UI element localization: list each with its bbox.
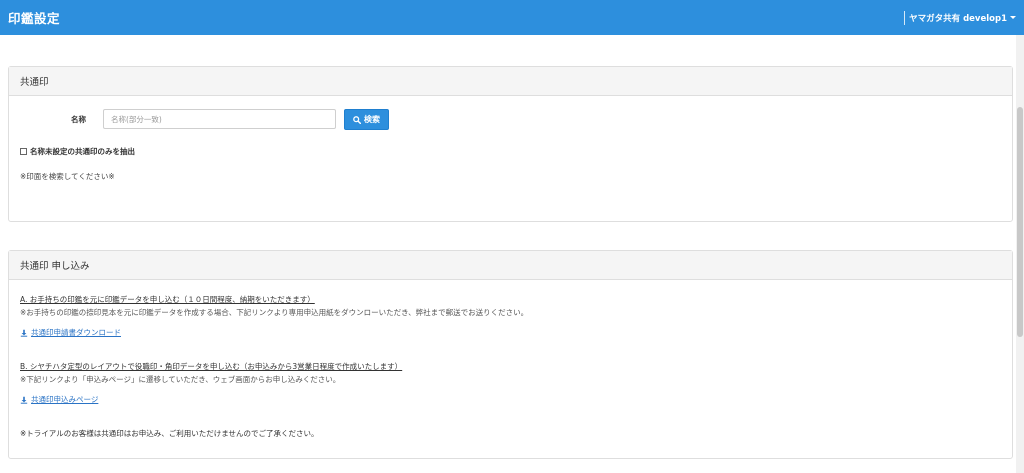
application-page-label: 共通印申込みページ	[31, 395, 99, 404]
name-search-input[interactable]	[103, 109, 336, 129]
section-a-description: ※お手持ちの印鑑の捺印見本を元に印鑑データを作成する場合、下記リンクより専用申込…	[20, 308, 529, 317]
user-menu-label: ヤマガタ共有 develop1	[909, 13, 1007, 24]
search-button-label: 検索	[364, 115, 380, 124]
search-button[interactable]: 検索	[344, 109, 389, 130]
user-menu[interactable]: ヤマガタ共有 develop1	[904, 10, 1016, 25]
application-form-download-link[interactable]: 共通印申請書ダウンロード	[20, 327, 121, 338]
download-icon	[20, 329, 28, 337]
section-b-title: B. シヤチハタ定型のレイアウトで役職印・角印データを申し込む（お申込みから3営…	[20, 362, 403, 371]
section-a-title: A. お手持ちの印鑑を元に印鑑データを申し込む（１０日間程度、納期をいただきます…	[20, 295, 315, 304]
section-b-description: ※下記リンクより「申込みページ」に遷移していただき、ウェブ画面からお申し込みくだ…	[20, 375, 341, 384]
page-scrollbar[interactable]	[1016, 35, 1024, 473]
search-prompt-note: ※印面を検索してください※	[20, 172, 115, 181]
name-label: 名称	[71, 115, 86, 124]
unnamed-filter-label: 名称未設定の共通印のみを抽出	[30, 147, 135, 156]
magnifier-icon	[353, 115, 361, 124]
application-panel: 共通印 申し込み A. お手持ちの印鑑を元に印鑑データを申し込む（１０日間程度、…	[8, 250, 1013, 459]
application-page-link[interactable]: 共通印申込みページ	[20, 394, 98, 405]
unnamed-filter-checkbox[interactable]	[20, 148, 27, 155]
unnamed-filter-row[interactable]: 名称未設定の共通印のみを抽出	[20, 146, 135, 157]
trial-note: ※トライアルのお客様は共通印はお申込み、ご利用いただけませんのでご了承ください。	[20, 429, 319, 438]
top-navbar: 印鑑設定 ヤマガタ共有 develop1	[0, 0, 1024, 35]
application-heading: 共通印 申し込み	[9, 251, 1012, 280]
download-icon	[20, 396, 28, 404]
common-seal-heading: 共通印	[9, 67, 1012, 96]
scrollbar-thumb[interactable]	[1017, 107, 1023, 337]
common-seal-panel: 共通印 名称 検索 名称未設定の共通印のみを抽出 ※印面を検索してください※	[8, 66, 1013, 222]
application-form-download-label: 共通印申請書ダウンロード	[31, 328, 121, 337]
page-title: 印鑑設定	[8, 11, 61, 26]
caret-down-icon	[1010, 16, 1016, 19]
